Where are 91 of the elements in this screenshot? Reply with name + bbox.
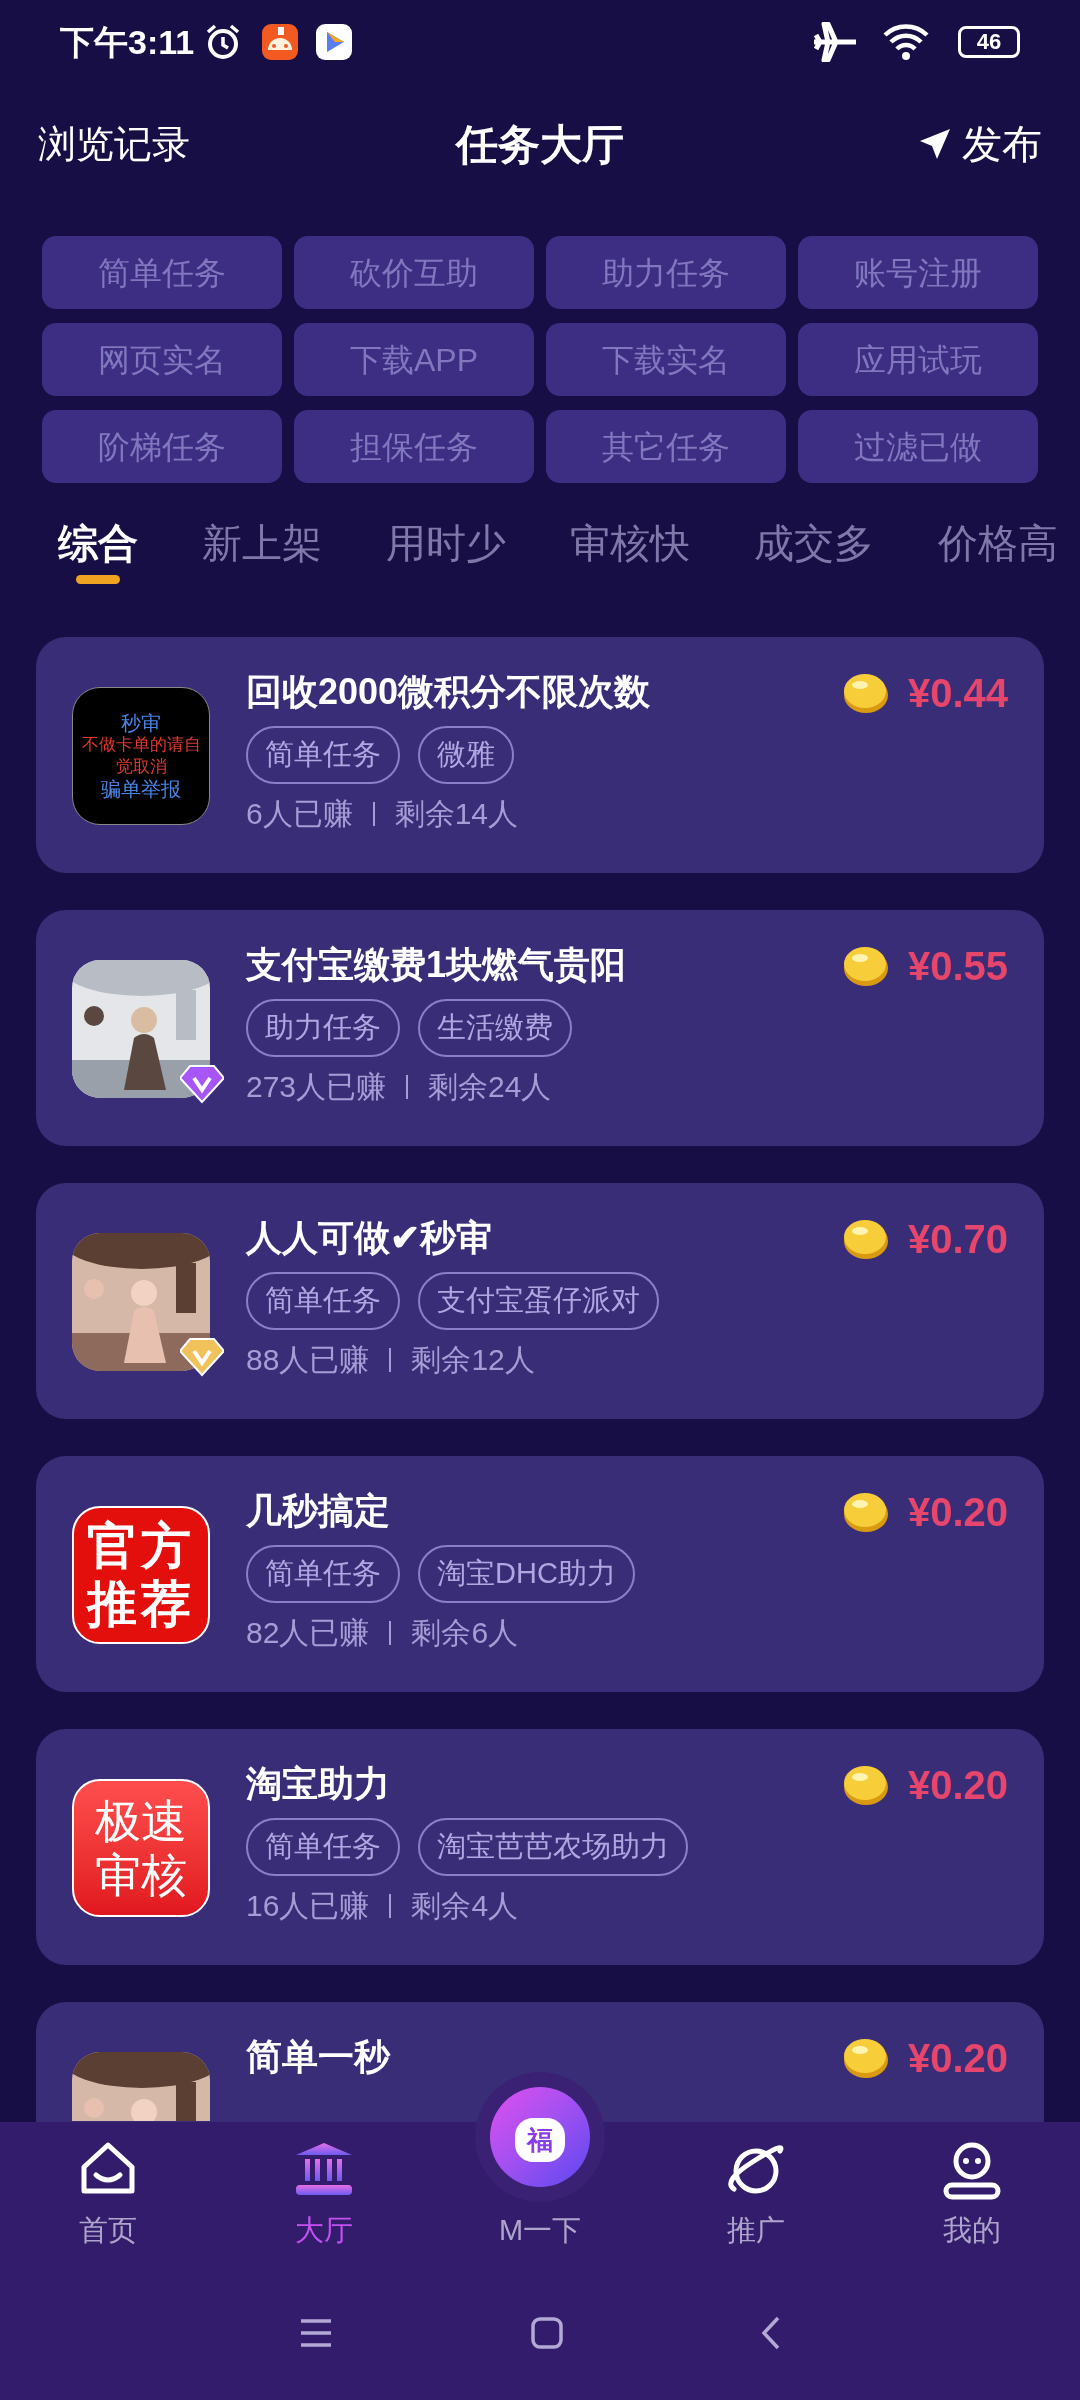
task-card[interactable]: 官方 推荐 几秒搞定 简单任务 淘宝DHC助力 82人已赚 剩余6人 ¥0.20: [36, 1456, 1044, 1692]
task-card[interactable]: 人人可做✔秒审 简单任务 支付宝蛋仔派对 88人已赚 剩余12人 ¥0.70: [36, 1183, 1044, 1419]
task-price: ¥0.70: [907, 1216, 1008, 1263]
task-title: 回收2000微积分不限次数: [246, 670, 651, 714]
history-link[interactable]: 浏览记录: [38, 115, 258, 173]
task-card[interactable]: 支付宝缴费1块燃气贵阳 助力任务 生活缴费 273人已赚 剩余24人 ¥0.55: [36, 910, 1044, 1146]
filter-chip[interactable]: 担保任务: [294, 410, 534, 483]
task-tag: 淘宝DHC助力: [418, 1545, 635, 1603]
task-title: 支付宝缴费1块燃气贵阳: [246, 943, 627, 987]
filter-chip[interactable]: 应用试玩: [798, 323, 1038, 396]
sort-tab[interactable]: 用时少: [386, 519, 506, 567]
task-card[interactable]: 简单一秒 ¥0.20: [36, 2002, 1044, 2122]
filter-chip[interactable]: 简单任务: [42, 236, 282, 309]
icon-text: 不做卡单的请自: [81, 734, 201, 756]
task-price: ¥0.20: [907, 1489, 1008, 1536]
task-tag: 简单任务: [246, 1545, 400, 1603]
task-tag: 微雅: [418, 726, 514, 784]
task-card[interactable]: 秒审 不做卡单的请自 觉取消 骗单举报 回收2000微积分不限次数 简单任务 微雅 6人已赚 剩余14人 ¥0.44: [36, 637, 1044, 873]
task-tag: 简单任务: [246, 1272, 400, 1330]
earned-count: 88人已赚: [246, 1342, 370, 1378]
icon-text: 觉取消: [115, 756, 167, 778]
icon-text: 官方: [87, 1517, 195, 1575]
filter-chip[interactable]: 网页实名: [42, 323, 282, 396]
icon-text: 骗单举报: [101, 778, 181, 800]
earned-count: 82人已赚: [246, 1615, 370, 1651]
task-tag: 简单任务: [246, 1818, 400, 1876]
remaining-count: 剩余6人: [411, 1615, 519, 1651]
nav-tab[interactable]: 推广: [648, 2140, 864, 2252]
filter-chip[interactable]: 其它任务: [546, 410, 786, 483]
filter-chip[interactable]: 账号注册: [798, 236, 1038, 309]
icon-text: 极速: [95, 1794, 187, 1848]
back-icon[interactable]: [761, 2316, 781, 2350]
sort-tab[interactable]: 综合: [58, 519, 138, 584]
wifi-icon: [882, 23, 930, 61]
app-icon: [262, 24, 299, 60]
sort-tab[interactable]: 价格高: [938, 519, 1058, 567]
task-price: ¥0.55: [907, 943, 1008, 990]
task-tag: 支付宝蛋仔派对: [418, 1272, 659, 1330]
bonus-button[interactable]: 福: [490, 2087, 590, 2187]
coin-icon: [841, 2036, 890, 2080]
task-card[interactable]: 极速 审核 淘宝助力 简单任务 淘宝芭芭农场助力 16人已赚 剩余4人 ¥0.20: [36, 1729, 1044, 1965]
airplane-icon: [812, 22, 858, 62]
earned-count: 6人已赚: [246, 796, 353, 832]
nav-tab[interactable]: 首页: [0, 2140, 216, 2252]
profile-icon: [942, 2140, 1002, 2201]
filter-chip[interactable]: 过滤已做: [798, 410, 1038, 483]
coin-icon: [841, 671, 890, 715]
coin-icon: [841, 1490, 890, 1534]
task-tag: 助力任务: [246, 999, 400, 1057]
menu-icon[interactable]: [299, 2318, 333, 2348]
task-title: 淘宝助力: [246, 1762, 390, 1806]
nav-tab[interactable]: 大厅: [216, 2140, 432, 2252]
icon-text: 秒审: [121, 712, 161, 734]
nav-tab[interactable]: 我的: [864, 2140, 1080, 2252]
coin-icon: [841, 944, 890, 988]
icon-text: 推荐: [87, 1575, 195, 1633]
remaining-count: 剩余12人: [411, 1342, 535, 1378]
task-title: 人人可做✔秒审: [246, 1216, 492, 1260]
send-icon: [918, 127, 952, 161]
remaining-count: 剩余4人: [411, 1888, 519, 1924]
home-button-icon[interactable]: [531, 2317, 563, 2349]
nav-tab[interactable]: M一下: [432, 2208, 648, 2252]
task-title: 几秒搞定: [246, 1489, 390, 1533]
filter-chip[interactable]: 下载APP: [294, 323, 534, 396]
filter-chip[interactable]: 助力任务: [546, 236, 786, 309]
coin-icon: [841, 1763, 890, 1807]
page-title: 任务大厅: [456, 119, 624, 170]
battery-indicator: 46: [958, 26, 1020, 58]
earned-count: 16人已赚: [246, 1888, 370, 1924]
task-price: ¥0.20: [907, 1762, 1008, 1809]
filter-chip[interactable]: 砍价互助: [294, 236, 534, 309]
icon-text: 审核: [95, 1848, 187, 1902]
sort-tab[interactable]: 成交多: [754, 519, 874, 567]
play-app-icon: [316, 24, 353, 60]
filter-chip[interactable]: 阶梯任务: [42, 410, 282, 483]
task-tag: 生活缴费: [418, 999, 572, 1057]
task-tag: 淘宝芭芭农场助力: [418, 1818, 688, 1876]
remaining-count: 剩余24人: [428, 1069, 552, 1105]
task-price: ¥0.44: [907, 670, 1008, 717]
status-time: 下午3:11: [60, 21, 195, 63]
task-price: ¥0.20: [907, 2035, 1008, 2082]
filter-chip[interactable]: 下载实名: [546, 323, 786, 396]
remaining-count: 剩余14人: [394, 796, 519, 832]
task-tag: 简单任务: [246, 726, 400, 784]
bag-icon: 福: [515, 2118, 565, 2162]
earned-count: 273人已赚: [246, 1069, 387, 1105]
sort-tab[interactable]: 审核快: [570, 519, 690, 567]
coin-icon: [841, 1217, 890, 1261]
publish-button[interactable]: 发布: [822, 114, 1042, 174]
sort-tab[interactable]: 新上架: [202, 519, 322, 567]
task-title: 简单一秒: [246, 2035, 390, 2079]
